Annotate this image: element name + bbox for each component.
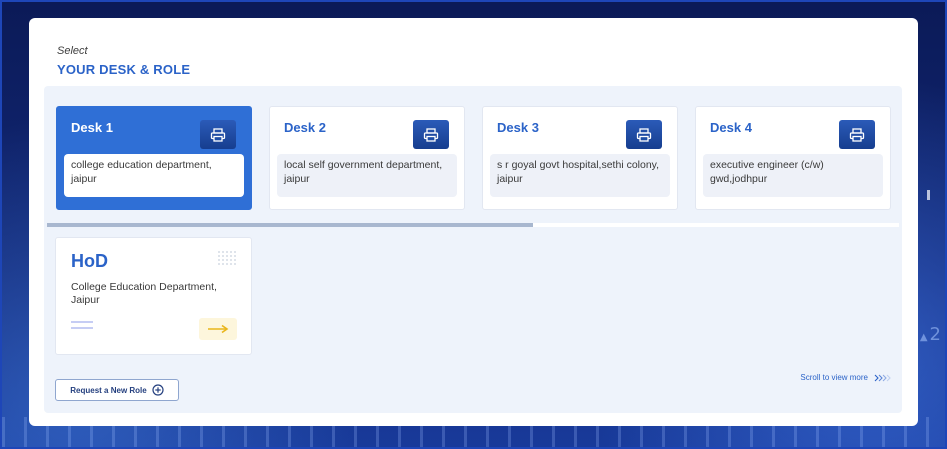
- desk-description: executive engineer (c/w) gwd,jodhpur: [703, 154, 883, 197]
- desk-name: Desk 1: [71, 120, 113, 135]
- desk-description: s r goyal govt hospital,sethi colony, ja…: [490, 154, 670, 197]
- printer-icon: [636, 127, 652, 142]
- desk-card-3[interactable]: Desk 3 s r goyal govt hospital,sethi col…: [482, 106, 678, 210]
- desk-name: Desk 4: [710, 120, 752, 135]
- desk-role-panel: Select YOUR DESK & ROLE Desk 1 college e…: [29, 18, 918, 426]
- desk-select-button[interactable]: [413, 120, 449, 149]
- arrow-right-button[interactable]: [199, 318, 237, 340]
- desk-card-1[interactable]: Desk 1 college education department, jai…: [56, 106, 252, 210]
- desk-description: college education department, jaipur: [64, 154, 244, 197]
- dots-grid-icon: [218, 251, 236, 265]
- request-new-role-button[interactable]: Request a New Role: [55, 379, 179, 401]
- desk-container: Desk 1 college education department, jai…: [44, 86, 902, 413]
- background-number: ▲ 2: [919, 324, 941, 345]
- decorative-lines-icon: [71, 321, 93, 329]
- background-dash: [927, 190, 930, 200]
- select-label: Select: [57, 45, 88, 57]
- desk-select-button[interactable]: [200, 120, 236, 149]
- desk-name: Desk 2: [284, 120, 326, 135]
- chevrons-right-icon: [874, 374, 891, 381]
- desk-card-2[interactable]: Desk 2 local self government department,…: [269, 106, 465, 210]
- scroll-hint-label: Scroll to view more: [800, 373, 868, 382]
- printer-icon: [849, 127, 865, 142]
- request-new-role-label: Request a New Role: [70, 385, 147, 395]
- printer-icon: [423, 127, 439, 142]
- desk-select-button[interactable]: [626, 120, 662, 149]
- hod-title: HoD: [71, 251, 108, 271]
- hod-description: College Education Department, Jaipur: [71, 281, 217, 306]
- hod-card[interactable]: HoD College Education Department, Jaipur: [55, 237, 252, 355]
- desk-select-button[interactable]: [839, 120, 875, 149]
- plus-circle-icon: [152, 384, 164, 396]
- desk-description: local self government department, jaipur: [277, 154, 457, 197]
- printer-icon: [210, 127, 226, 142]
- triangle-icon: ▲: [919, 332, 928, 343]
- desk-name: Desk 3: [497, 120, 539, 135]
- desk-card-4[interactable]: Desk 4 executive engineer (c/w) gwd,jodh…: [695, 106, 891, 210]
- arrow-right-icon: [208, 324, 229, 334]
- horizontal-scrollbar[interactable]: [47, 223, 899, 227]
- page-title: YOUR DESK & ROLE: [57, 62, 191, 77]
- scrollbar-thumb[interactable]: [47, 223, 533, 227]
- scroll-hint[interactable]: Scroll to view more: [800, 373, 892, 382]
